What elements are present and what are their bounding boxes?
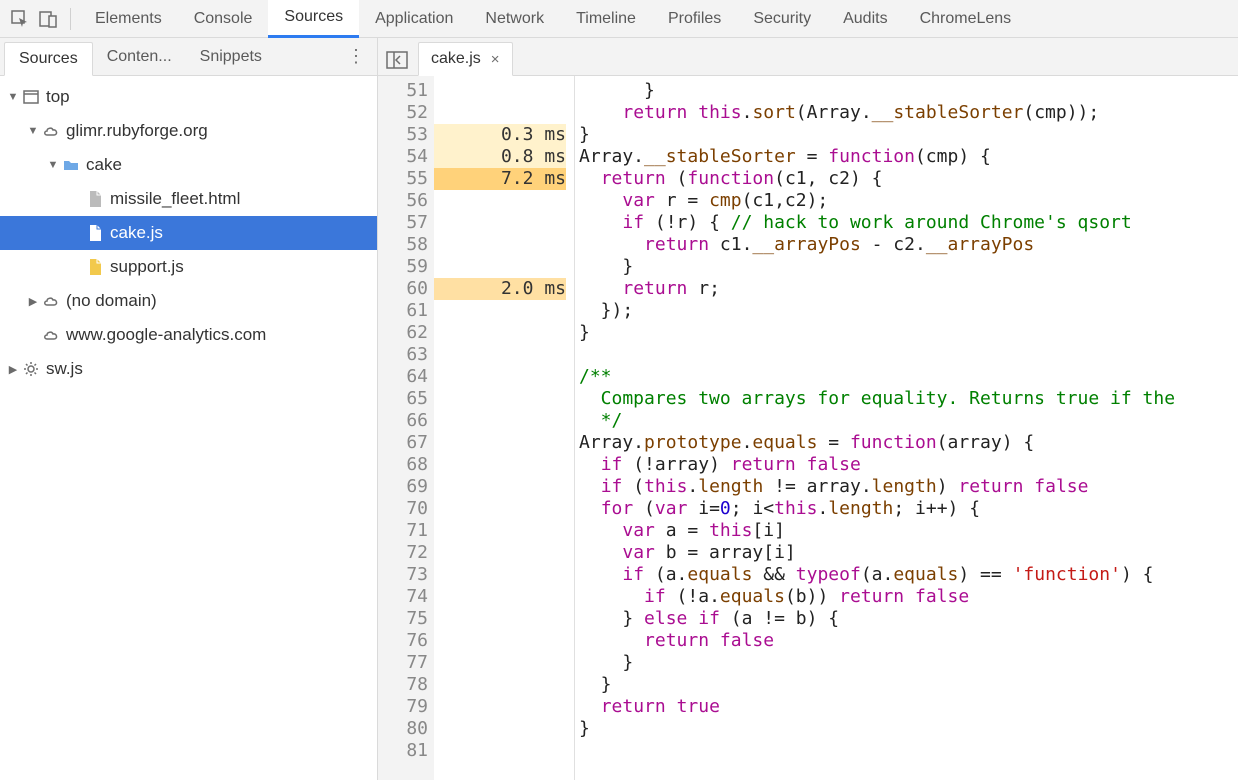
cloud-icon	[40, 122, 62, 140]
toggle-navigator-icon[interactable]	[382, 45, 412, 75]
editor-tab-active[interactable]: cake.js ×	[418, 42, 513, 76]
editor-tabs: cake.js ×	[378, 38, 1238, 76]
line-timings: 0.3 ms0.8 ms7.2 ms2.0 ms	[434, 76, 574, 780]
panel-tab-chromelens[interactable]: ChromeLens	[904, 0, 1028, 38]
editor-tab-label: cake.js	[431, 50, 481, 68]
panel-tab-elements[interactable]: Elements	[79, 0, 178, 38]
editor-pane: cake.js × 515253545556575859606162636465…	[378, 38, 1238, 780]
panel-tab-console[interactable]: Console	[178, 0, 269, 38]
panel-tab-application[interactable]: Application	[359, 0, 469, 38]
tree-folder-label: cake	[86, 155, 122, 175]
tree-service-worker[interactable]: ▶ sw.js	[0, 352, 377, 386]
sidebar-tab-snippets[interactable]: Snippets	[186, 40, 276, 74]
tree-frame-label: top	[46, 87, 70, 107]
sidebar-tabs: SourcesConten...Snippets ⋮	[0, 38, 377, 76]
line-numbers: 5152535455565758596061626364656667686970…	[378, 76, 434, 780]
tree-file[interactable]: missile_fleet.html	[0, 182, 377, 216]
tree-folder[interactable]: ▼ cake	[0, 148, 377, 182]
panel-tab-profiles[interactable]: Profiles	[652, 0, 737, 38]
sidebar-overflow-icon[interactable]: ⋮	[347, 46, 367, 67]
gutter: 5152535455565758596061626364656667686970…	[378, 76, 575, 780]
folder-icon	[60, 156, 82, 174]
devtools-top-toolbar: ElementsConsoleSourcesApplicationNetwork…	[0, 0, 1238, 38]
sidebar-tab-conten[interactable]: Conten...	[93, 40, 186, 74]
main-area: SourcesConten...Snippets ⋮ ▼ top ▼ glimr…	[0, 38, 1238, 780]
device-toolbar-icon[interactable]	[34, 5, 62, 33]
file-icon	[84, 258, 106, 276]
tree-file[interactable]: cake.js	[0, 216, 377, 250]
tree-file[interactable]: support.js	[0, 250, 377, 284]
devtools-panel-tabs: ElementsConsoleSourcesApplicationNetwork…	[79, 0, 1027, 38]
sidebar-tab-sources[interactable]: Sources	[4, 42, 93, 76]
panel-tab-network[interactable]: Network	[469, 0, 560, 38]
panel-tab-audits[interactable]: Audits	[827, 0, 903, 38]
file-tree[interactable]: ▼ top ▼ glimr.rubyforge.org ▼ cake	[0, 76, 377, 780]
cloud-icon	[40, 326, 62, 344]
panel-tab-timeline[interactable]: Timeline	[560, 0, 652, 38]
tree-no-domain[interactable]: ▶ (no domain)	[0, 284, 377, 318]
code-editor[interactable]: 5152535455565758596061626364656667686970…	[378, 76, 1238, 780]
file-icon	[84, 190, 106, 208]
inspect-element-icon[interactable]	[6, 5, 34, 33]
panel-tab-security[interactable]: Security	[737, 0, 827, 38]
source-content[interactable]: } return this.sort(Array.__stableSorter(…	[575, 76, 1238, 780]
sources-sidebar: SourcesConten...Snippets ⋮ ▼ top ▼ glimr…	[0, 38, 378, 780]
close-icon[interactable]: ×	[491, 51, 500, 68]
panel-tab-sources[interactable]: Sources	[268, 0, 359, 38]
tree-domain[interactable]: ▼ glimr.rubyforge.org	[0, 114, 377, 148]
file-icon	[84, 224, 106, 242]
frame-icon	[20, 88, 42, 106]
service-worker-icon	[20, 360, 42, 378]
toolbar-divider	[70, 8, 71, 30]
tree-domain-label: glimr.rubyforge.org	[66, 121, 208, 141]
tree-frame-top[interactable]: ▼ top	[0, 80, 377, 114]
cloud-icon	[40, 292, 62, 310]
tree-google-analytics[interactable]: www.google-analytics.com	[0, 318, 377, 352]
